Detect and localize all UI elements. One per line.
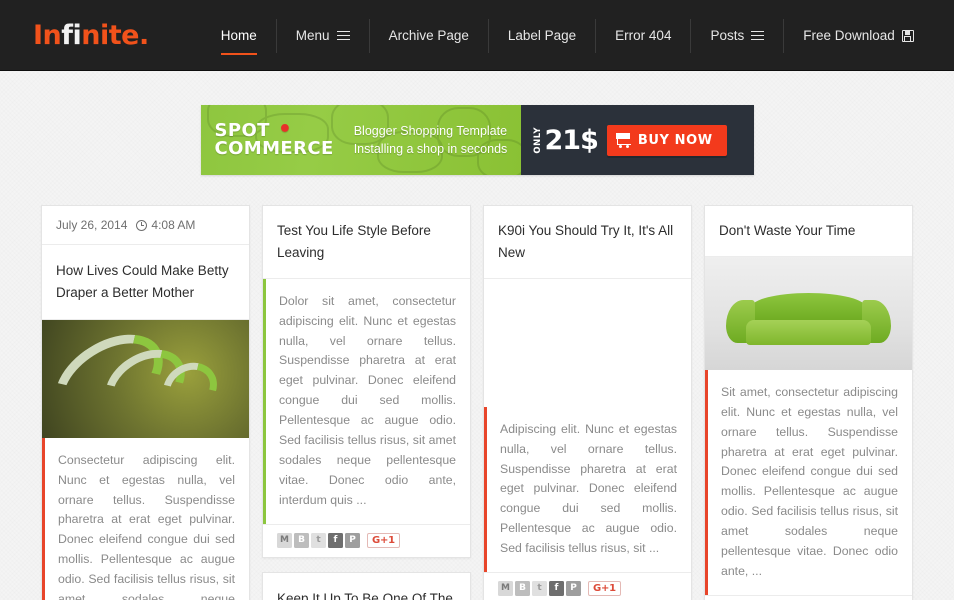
banner-only-label: ONLY: [532, 126, 543, 154]
logo-part-in: In: [33, 20, 62, 51]
post-title[interactable]: Don't Waste Your Time: [705, 206, 912, 257]
banner-left-panel: SPOT • COMMERCE Blogger Shopping Templat…: [200, 105, 521, 175]
banner-brand: SPOT • COMMERCE: [214, 118, 334, 159]
nav-label-menu: Menu: [295, 28, 330, 43]
post-thumbnail-blank[interactable]: [484, 278, 691, 407]
post-meta: July 26, 2014 4:08 AM: [42, 206, 249, 245]
buy-now-label: BUY NOW: [637, 132, 713, 148]
post-thumbnail-green-sofa[interactable]: [705, 256, 912, 370]
post-card[interactable]: July 26, 2014 4:08 AM How Lives Could Ma…: [41, 205, 250, 600]
banner-tagline-line1: Blogger Shopping Template: [353, 123, 508, 138]
nav-label-home: Home: [220, 28, 257, 43]
share-bar: M B t f P G+1: [705, 594, 912, 600]
hamburger-icon: [336, 30, 350, 41]
nav-item-home[interactable]: Home: [202, 18, 277, 55]
site-header: Infinite. Home Menu Archive Page Label P…: [0, 0, 954, 71]
clock-icon: [136, 219, 148, 231]
google-plus-one-button[interactable]: G+1: [588, 581, 621, 597]
banner-price-block: ONLY 21$: [532, 124, 599, 156]
logo-dot: .: [139, 20, 149, 51]
facebook-share-button[interactable]: f: [328, 532, 343, 548]
post-excerpt: Adipiscing elit. Nunc et egestas nulla, …: [484, 406, 691, 573]
floppy-disk-icon: [901, 29, 914, 42]
nav-item-menu[interactable]: Menu: [277, 18, 370, 53]
logo-part-fi: fi: [61, 20, 82, 51]
banner-price-value: 21$: [544, 124, 599, 156]
grid-column-3: K90i You Should Try It, It's All New Adi…: [483, 205, 692, 600]
nav-label-error-404: Error 404: [615, 28, 672, 43]
post-excerpt: Consectetur adipiscing elit. Nunc et ege…: [42, 437, 249, 600]
pinterest-share-button[interactable]: P: [566, 581, 581, 597]
post-time-group: 4:08 AM: [136, 218, 195, 232]
grid-column-2: Test You Life Style Before Leaving Dolor…: [262, 205, 471, 600]
buy-now-button[interactable]: BUY NOW: [606, 124, 727, 156]
logo-part-nite: nite: [81, 20, 139, 51]
grid-column-1: July 26, 2014 4:08 AM How Lives Could Ma…: [41, 205, 250, 600]
share-bar: M B t f P G+1: [263, 523, 470, 557]
facebook-share-button[interactable]: f: [549, 581, 564, 597]
nav-item-error-404[interactable]: Error 404: [596, 18, 692, 53]
share-bar: M B t f P G+1: [484, 572, 691, 600]
post-title[interactable]: How Lives Could Make Betty Draper a Bett…: [42, 245, 249, 320]
banner-tagline: Blogger Shopping Template Installing a s…: [354, 122, 508, 158]
shopping-cart-icon: [616, 133, 631, 148]
nav-label-posts: Posts: [710, 28, 745, 43]
post-thumbnail-nvidia-eye[interactable]: [42, 319, 249, 438]
twitter-share-button[interactable]: t: [532, 581, 547, 597]
post-date: July 26, 2014: [56, 218, 128, 232]
blogger-share-button[interactable]: B: [515, 581, 530, 597]
twitter-share-button[interactable]: t: [311, 532, 326, 548]
gmail-share-button[interactable]: M: [277, 532, 292, 548]
post-card[interactable]: Test You Life Style Before Leaving Dolor…: [262, 205, 471, 558]
banner-right-panel: ONLY 21$ BUY NOW: [520, 105, 754, 175]
blogger-share-button[interactable]: B: [294, 532, 309, 548]
nav-item-label-page[interactable]: Label Page: [489, 18, 597, 53]
google-plus-one-button[interactable]: G+1: [367, 532, 400, 548]
post-excerpt: Sit amet, consectetur adipiscing elit. N…: [705, 369, 912, 595]
nav-label-archive-page: Archive Page: [388, 28, 469, 43]
banner-brand-line2: COMMERCE: [214, 138, 334, 159]
post-time: 4:08 AM: [151, 218, 196, 232]
active-nav-underline: [220, 52, 257, 55]
site-logo[interactable]: Infinite.: [33, 20, 149, 51]
pinterest-share-button[interactable]: P: [345, 532, 360, 548]
grid-column-4: Don't Waste Your Time Sit amet, consecte…: [704, 205, 913, 600]
post-title[interactable]: Test You Life Style Before Leaving: [263, 206, 470, 279]
main-navigation: Home Menu Archive Page Label Page Error …: [202, 0, 933, 71]
post-title[interactable]: K90i You Should Try It, It's All New: [484, 206, 691, 279]
post-card[interactable]: Keep It Up To Be One Of The Best Stars: [262, 571, 471, 600]
post-title[interactable]: Keep It Up To Be One Of The Best Stars: [263, 573, 470, 600]
post-excerpt: Dolor sit amet, consectetur adipiscing e…: [263, 278, 470, 524]
gmail-share-button[interactable]: M: [498, 581, 513, 597]
nav-item-archive-page[interactable]: Archive Page: [370, 18, 489, 53]
spot-commerce-banner[interactable]: SPOT • COMMERCE Blogger Shopping Templat…: [200, 105, 754, 175]
nav-label-label-page: Label Page: [507, 28, 577, 43]
nav-label-free-download: Free Download: [803, 28, 895, 43]
banner-tagline-line2: Installing a shop in seconds: [353, 142, 508, 156]
post-grid: July 26, 2014 4:08 AM How Lives Could Ma…: [0, 175, 954, 600]
nav-item-free-download[interactable]: Free Download: [784, 19, 933, 53]
hamburger-icon: [751, 30, 765, 41]
post-card[interactable]: Don't Waste Your Time Sit amet, consecte…: [704, 205, 913, 600]
post-card[interactable]: K90i You Should Try It, It's All New Adi…: [483, 205, 692, 600]
nav-item-posts[interactable]: Posts: [691, 18, 785, 53]
banner-ad-region: SPOT • COMMERCE Blogger Shopping Templat…: [0, 71, 954, 175]
